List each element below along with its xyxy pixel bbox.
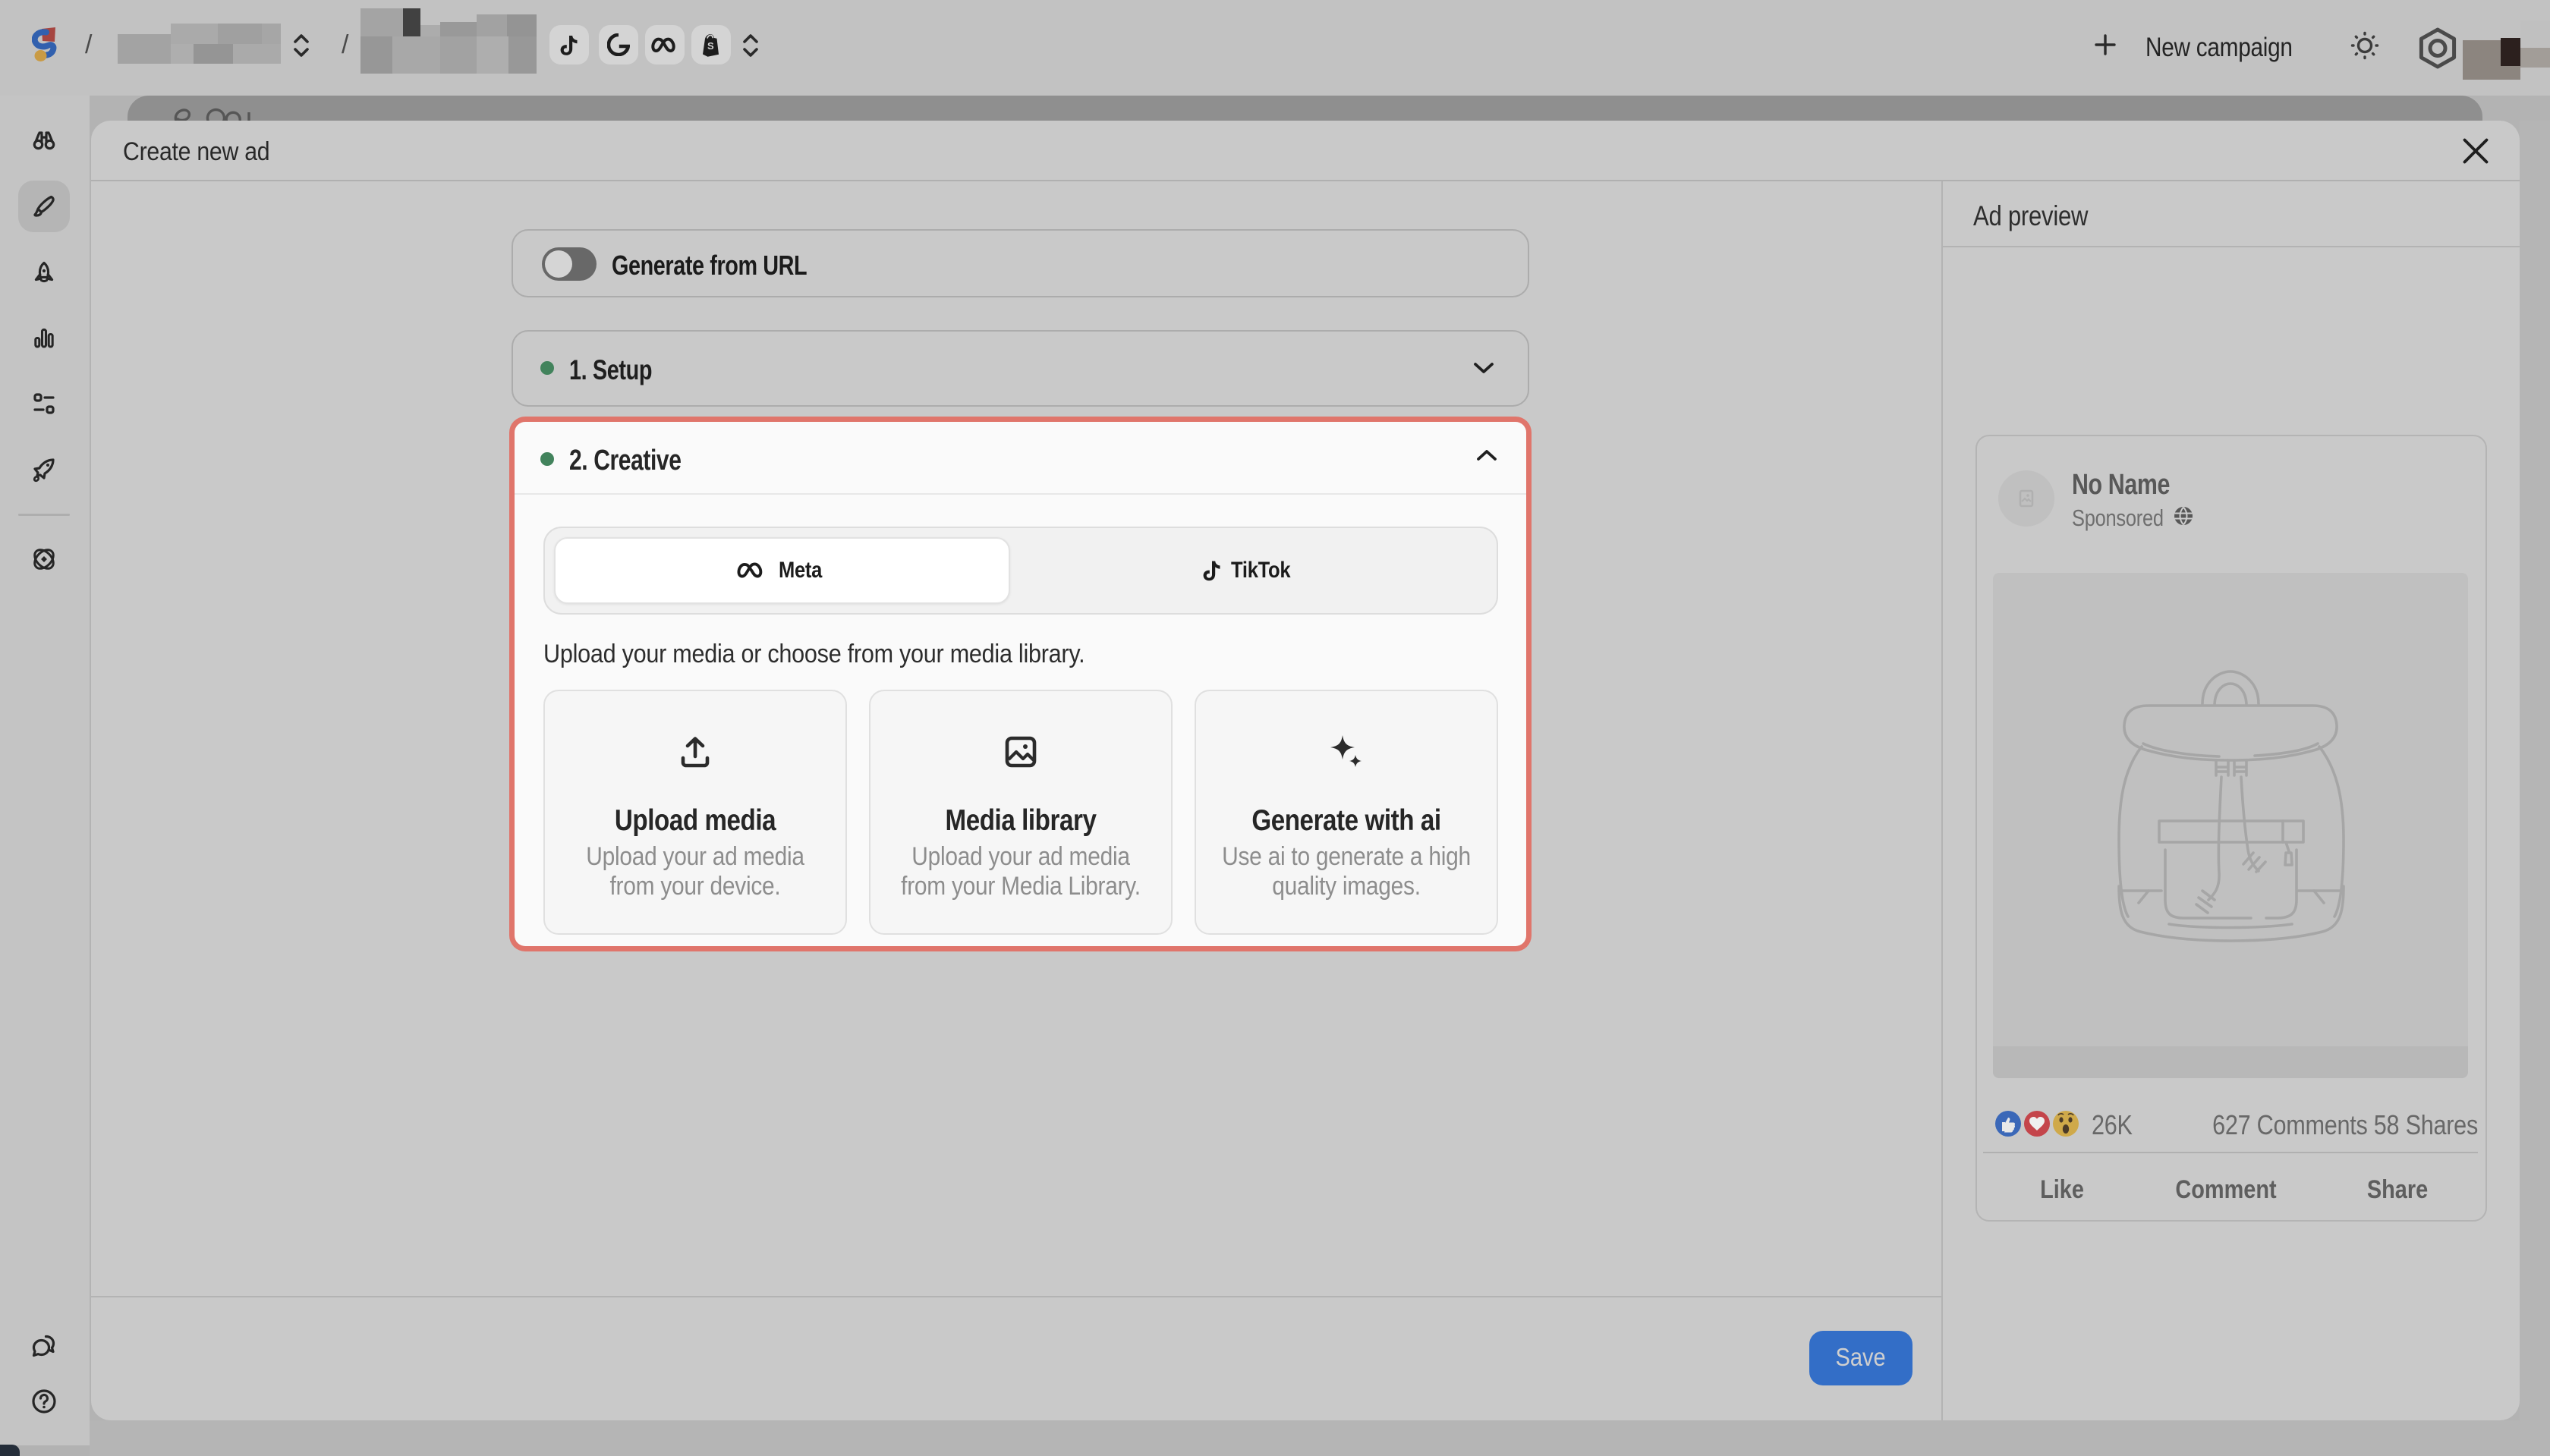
svg-text:S: S: [707, 40, 714, 52]
